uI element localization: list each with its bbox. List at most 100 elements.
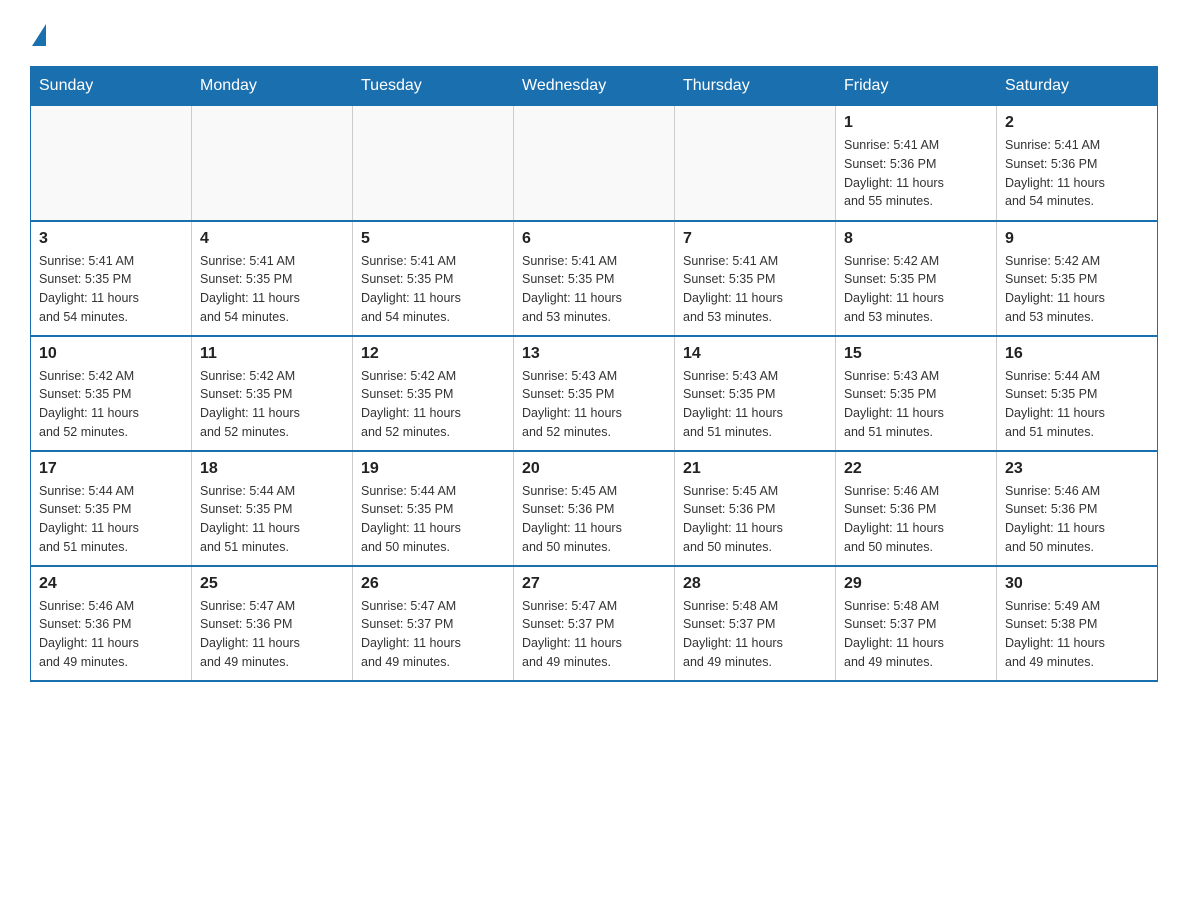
day-number: 18: [200, 460, 344, 478]
calendar-cell: 16 Sunrise: 5:44 AMSunset: 5:35 PMDayligh…: [997, 336, 1158, 451]
day-number: 10: [39, 345, 183, 363]
calendar-cell: 24 Sunrise: 5:46 AMSunset: 5:36 PMDayligh…: [31, 566, 192, 681]
day-info: Sunrise: 5:42 AMSunset: 5:35 PMDaylight:…: [39, 367, 183, 442]
day-number: 7: [683, 230, 827, 248]
calendar-cell: 3 Sunrise: 5:41 AMSunset: 5:35 PMDaylight…: [31, 221, 192, 336]
calendar-cell: 1 Sunrise: 5:41 AMSunset: 5:36 PMDaylight…: [836, 106, 997, 221]
day-info: Sunrise: 5:44 AMSunset: 5:35 PMDaylight:…: [1005, 367, 1149, 442]
day-number: 22: [844, 460, 988, 478]
calendar-cell: 30 Sunrise: 5:49 AMSunset: 5:38 PMDayligh…: [997, 566, 1158, 681]
calendar-week-row: 24 Sunrise: 5:46 AMSunset: 5:36 PMDayligh…: [31, 566, 1158, 681]
day-number: 2: [1005, 114, 1149, 132]
calendar-cell: 26 Sunrise: 5:47 AMSunset: 5:37 PMDayligh…: [353, 566, 514, 681]
day-info: Sunrise: 5:41 AMSunset: 5:35 PMDaylight:…: [39, 252, 183, 327]
day-info: Sunrise: 5:46 AMSunset: 5:36 PMDaylight:…: [1005, 482, 1149, 557]
calendar-cell: 28 Sunrise: 5:48 AMSunset: 5:37 PMDayligh…: [675, 566, 836, 681]
day-number: 26: [361, 575, 505, 593]
day-number: 19: [361, 460, 505, 478]
day-info: Sunrise: 5:48 AMSunset: 5:37 PMDaylight:…: [683, 597, 827, 672]
day-number: 29: [844, 575, 988, 593]
calendar-cell: 11 Sunrise: 5:42 AMSunset: 5:35 PMDayligh…: [192, 336, 353, 451]
day-number: 12: [361, 345, 505, 363]
calendar-cell: 18 Sunrise: 5:44 AMSunset: 5:35 PMDayligh…: [192, 451, 353, 566]
calendar-cell: 12 Sunrise: 5:42 AMSunset: 5:35 PMDayligh…: [353, 336, 514, 451]
day-number: 9: [1005, 230, 1149, 248]
day-info: Sunrise: 5:47 AMSunset: 5:37 PMDaylight:…: [522, 597, 666, 672]
day-number: 4: [200, 230, 344, 248]
calendar-cell: 29Sunrise: 5:48 AMSunset: 5:37 PMDayligh…: [836, 566, 997, 681]
day-info: Sunrise: 5:42 AMSunset: 5:35 PMDaylight:…: [200, 367, 344, 442]
calendar-week-row: 1 Sunrise: 5:41 AMSunset: 5:36 PMDaylight…: [31, 106, 1158, 221]
logo: [30, 20, 46, 46]
day-number: 6: [522, 230, 666, 248]
logo-triangle-icon: [32, 24, 46, 46]
calendar-week-row: 17 Sunrise: 5:44 AMSunset: 5:35 PMDayligh…: [31, 451, 1158, 566]
calendar-cell: [675, 106, 836, 221]
calendar-cell: [514, 106, 675, 221]
calendar-cell: 13 Sunrise: 5:43 AMSunset: 5:35 PMDayligh…: [514, 336, 675, 451]
calendar-week-row: 3 Sunrise: 5:41 AMSunset: 5:35 PMDaylight…: [31, 221, 1158, 336]
calendar-cell: 6 Sunrise: 5:41 AMSunset: 5:35 PMDaylight…: [514, 221, 675, 336]
day-info: Sunrise: 5:42 AMSunset: 5:35 PMDaylight:…: [1005, 252, 1149, 327]
calendar-cell: 8 Sunrise: 5:42 AMSunset: 5:35 PMDaylight…: [836, 221, 997, 336]
day-number: 30: [1005, 575, 1149, 593]
day-info: Sunrise: 5:41 AMSunset: 5:36 PMDaylight:…: [1005, 136, 1149, 211]
calendar-cell: 17 Sunrise: 5:44 AMSunset: 5:35 PMDayligh…: [31, 451, 192, 566]
calendar-cell: 15 Sunrise: 5:43 AMSunset: 5:35 PMDayligh…: [836, 336, 997, 451]
day-number: 17: [39, 460, 183, 478]
day-number: 28: [683, 575, 827, 593]
day-info: Sunrise: 5:42 AMSunset: 5:35 PMDaylight:…: [844, 252, 988, 327]
day-info: Sunrise: 5:47 AMSunset: 5:36 PMDaylight:…: [200, 597, 344, 672]
calendar-cell: 21Sunrise: 5:45 AMSunset: 5:36 PMDayligh…: [675, 451, 836, 566]
logo-top: [30, 20, 46, 46]
day-info: Sunrise: 5:43 AMSunset: 5:35 PMDaylight:…: [844, 367, 988, 442]
calendar-cell: 2 Sunrise: 5:41 AMSunset: 5:36 PMDaylight…: [997, 106, 1158, 221]
calendar-cell: 25 Sunrise: 5:47 AMSunset: 5:36 PMDayligh…: [192, 566, 353, 681]
calendar-table: SundayMondayTuesdayWednesdayThursdayFrid…: [30, 66, 1158, 682]
day-of-week-header: Wednesday: [514, 67, 675, 106]
day-info: Sunrise: 5:49 AMSunset: 5:38 PMDaylight:…: [1005, 597, 1149, 672]
day-info: Sunrise: 5:41 AMSunset: 5:36 PMDaylight:…: [844, 136, 988, 211]
day-info: Sunrise: 5:45 AMSunset: 5:36 PMDaylight:…: [522, 482, 666, 557]
day-info: Sunrise: 5:41 AMSunset: 5:35 PMDaylight:…: [361, 252, 505, 327]
day-number: 27: [522, 575, 666, 593]
day-info: Sunrise: 5:44 AMSunset: 5:35 PMDaylight:…: [200, 482, 344, 557]
calendar-cell: 4 Sunrise: 5:41 AMSunset: 5:35 PMDaylight…: [192, 221, 353, 336]
day-info: Sunrise: 5:44 AMSunset: 5:35 PMDaylight:…: [39, 482, 183, 557]
calendar-cell: [353, 106, 514, 221]
day-number: 23: [1005, 460, 1149, 478]
calendar-cell: 23 Sunrise: 5:46 AMSunset: 5:36 PMDayligh…: [997, 451, 1158, 566]
calendar-cell: 19Sunrise: 5:44 AMSunset: 5:35 PMDayligh…: [353, 451, 514, 566]
calendar-week-row: 10 Sunrise: 5:42 AMSunset: 5:35 PMDayligh…: [31, 336, 1158, 451]
day-number: 24: [39, 575, 183, 593]
day-info: Sunrise: 5:43 AMSunset: 5:35 PMDaylight:…: [522, 367, 666, 442]
day-info: Sunrise: 5:42 AMSunset: 5:35 PMDaylight:…: [361, 367, 505, 442]
day-info: Sunrise: 5:41 AMSunset: 5:35 PMDaylight:…: [683, 252, 827, 327]
day-number: 25: [200, 575, 344, 593]
day-info: Sunrise: 5:43 AMSunset: 5:35 PMDaylight:…: [683, 367, 827, 442]
day-of-week-header: Saturday: [997, 67, 1158, 106]
calendar-cell: [192, 106, 353, 221]
day-number: 1: [844, 114, 988, 132]
day-number: 11: [200, 345, 344, 363]
calendar-cell: 20Sunrise: 5:45 AMSunset: 5:36 PMDayligh…: [514, 451, 675, 566]
day-number: 15: [844, 345, 988, 363]
day-number: 5: [361, 230, 505, 248]
day-of-week-header: Monday: [192, 67, 353, 106]
day-number: 16: [1005, 345, 1149, 363]
day-number: 13: [522, 345, 666, 363]
day-number: 21: [683, 460, 827, 478]
day-number: 8: [844, 230, 988, 248]
calendar-cell: 14Sunrise: 5:43 AMSunset: 5:35 PMDayligh…: [675, 336, 836, 451]
calendar-cell: 9 Sunrise: 5:42 AMSunset: 5:35 PMDaylight…: [997, 221, 1158, 336]
day-info: Sunrise: 5:46 AMSunset: 5:36 PMDaylight:…: [39, 597, 183, 672]
day-info: Sunrise: 5:41 AMSunset: 5:35 PMDaylight:…: [200, 252, 344, 327]
day-of-week-header: Tuesday: [353, 67, 514, 106]
day-info: Sunrise: 5:41 AMSunset: 5:35 PMDaylight:…: [522, 252, 666, 327]
calendar-header-row: SundayMondayTuesdayWednesdayThursdayFrid…: [31, 67, 1158, 106]
calendar-cell: 7 Sunrise: 5:41 AMSunset: 5:35 PMDaylight…: [675, 221, 836, 336]
day-info: Sunrise: 5:47 AMSunset: 5:37 PMDaylight:…: [361, 597, 505, 672]
calendar-cell: 10 Sunrise: 5:42 AMSunset: 5:35 PMDayligh…: [31, 336, 192, 451]
calendar-cell: 22Sunrise: 5:46 AMSunset: 5:36 PMDayligh…: [836, 451, 997, 566]
day-number: 3: [39, 230, 183, 248]
